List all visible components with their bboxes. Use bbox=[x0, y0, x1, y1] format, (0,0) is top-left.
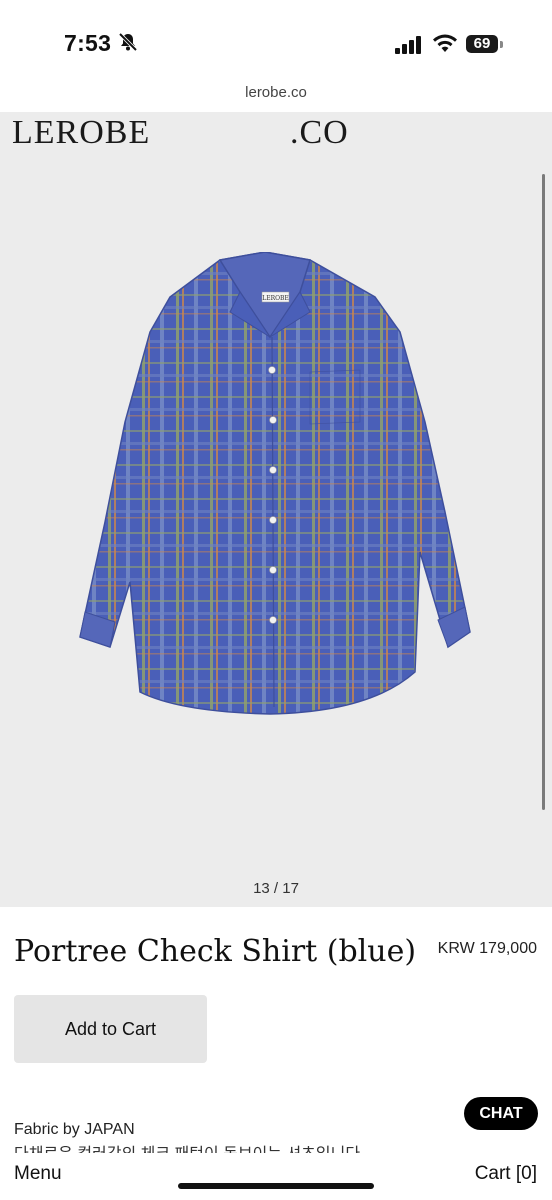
battery-cap bbox=[500, 41, 503, 48]
fabric-origin: Fabric by JAPAN bbox=[14, 1121, 135, 1138]
site-logo-domain[interactable]: .CO bbox=[290, 114, 349, 152]
svg-text:LEROBE: LEROBE bbox=[262, 295, 289, 302]
product-image-gallery[interactable]: LEROBE .CO LEROBE 13 / 17 bbox=[0, 112, 552, 907]
add-to-cart-button[interactable]: Add to Cart bbox=[14, 995, 207, 1063]
product-shirt-image: LEROBE bbox=[79, 252, 471, 715]
battery-icon: 69 bbox=[466, 35, 498, 53]
status-time: 7:53 bbox=[64, 30, 112, 56]
site-logo[interactable]: LEROBE bbox=[12, 114, 150, 152]
browser-url[interactable]: lerobe.co bbox=[0, 84, 552, 101]
bottom-nav-bar: Menu Cart [0] bbox=[0, 1153, 552, 1200]
product-title: Portree Check Shirt (blue) bbox=[14, 934, 417, 969]
product-description: 다채로운 컬러감의 체크 패턴이 돋보이는 셔츠입니다 bbox=[14, 1141, 374, 1153]
chat-button[interactable]: CHAT bbox=[464, 1097, 538, 1130]
status-bar: 7:53 69 bbox=[0, 0, 552, 80]
wifi-icon bbox=[433, 34, 457, 52]
bell-slash-icon bbox=[118, 32, 138, 52]
gallery-counter: 13 / 17 bbox=[253, 880, 299, 897]
menu-link[interactable]: Menu bbox=[14, 1163, 62, 1185]
cart-link[interactable]: Cart [0] bbox=[475, 1163, 537, 1185]
cellular-signal-icon bbox=[395, 36, 421, 54]
gallery-scrollbar[interactable] bbox=[542, 174, 545, 810]
home-indicator[interactable] bbox=[178, 1183, 374, 1189]
product-price: KRW 179,000 bbox=[437, 940, 537, 957]
